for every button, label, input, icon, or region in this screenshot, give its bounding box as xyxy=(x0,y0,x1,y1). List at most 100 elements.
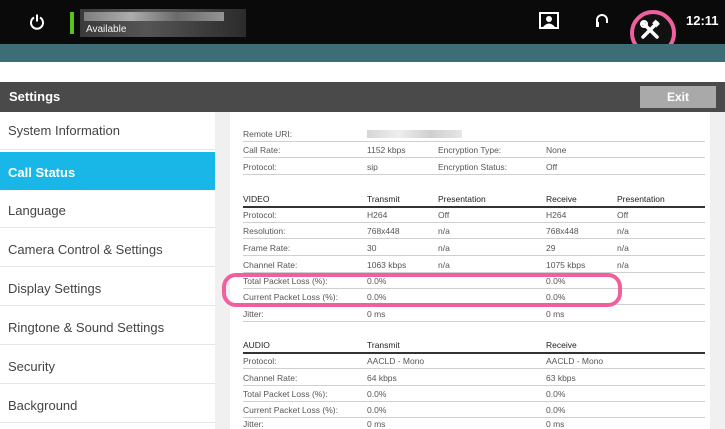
page-title: Settings xyxy=(9,89,61,104)
cell-value: n/a xyxy=(617,260,629,270)
row-label: Protocol: xyxy=(243,356,277,366)
cell-value: 0 ms xyxy=(546,419,565,429)
redacted-remote-uri xyxy=(367,130,462,138)
cell-value: n/a xyxy=(617,226,629,236)
cell-value: 0.0% xyxy=(546,405,566,415)
sidebar-item-label: Ringtone & Sound Settings xyxy=(8,320,165,335)
sidebar-item-ringtone-sound[interactable]: Ringtone & Sound Settings xyxy=(0,307,215,345)
share-screen-icon[interactable] xyxy=(539,12,559,30)
banner-strip xyxy=(0,44,725,62)
column-header: Presentation xyxy=(617,194,665,204)
field-label: Protocol: xyxy=(243,162,277,172)
cell-value: 0 ms xyxy=(546,309,565,319)
field-value: sip xyxy=(367,162,378,172)
cell-value: 0.0% xyxy=(367,405,387,415)
availability-indicator xyxy=(70,12,74,34)
cell-value: Off xyxy=(438,210,450,220)
table-row: Frame Rate: 30 n/a 29 n/a xyxy=(243,243,705,256)
sidebar-item-language[interactable]: Language xyxy=(0,190,215,228)
cell-value: Off xyxy=(617,210,629,220)
row-label: Resolution: xyxy=(243,226,286,236)
settings-tools-icon[interactable] xyxy=(639,19,661,41)
field-value: 1152 kbps xyxy=(367,145,406,155)
row-label: Jitter: xyxy=(243,419,264,429)
packet-loss-highlight xyxy=(222,273,622,307)
row-label: Current Packet Loss (%): xyxy=(243,405,338,415)
sidebar-item-label: Call Status xyxy=(8,165,76,180)
cell-value: 0.0% xyxy=(367,389,387,399)
table-row: Protocol: H264 Off H264 Off xyxy=(243,210,705,223)
exit-button[interactable]: Exit xyxy=(640,86,716,108)
cell-value: n/a xyxy=(438,243,450,253)
sidebar-item-call-status[interactable]: Call Status xyxy=(0,152,215,190)
power-icon[interactable] xyxy=(28,13,46,31)
video-header-row: VIDEO Transmit Presentation Receive Pres… xyxy=(243,194,705,208)
column-header: Transmit xyxy=(367,340,400,350)
sidebar-item-camera-control[interactable]: Camera Control & Settings xyxy=(0,229,215,267)
cell-value: 0 ms xyxy=(367,309,386,319)
cell-value: H264 xyxy=(367,210,388,220)
cell-value: n/a xyxy=(438,260,450,270)
table-row: Resolution: 768x448 n/a 768x448 n/a xyxy=(243,226,705,239)
headset-icon[interactable] xyxy=(594,12,610,30)
audio-header-row: AUDIO Transmit Receive xyxy=(243,340,705,354)
section-title: AUDIO xyxy=(243,340,270,350)
call-info-row: Call Rate: 1152 kbps Encryption Type: No… xyxy=(243,145,705,158)
cell-value: H264 xyxy=(546,210,567,220)
settings-sidebar: System Information Call Status Language … xyxy=(0,112,215,429)
table-row: Protocol: AACLD - Mono AACLD - Mono xyxy=(243,356,705,369)
spacer xyxy=(0,62,725,82)
sidebar-item-background[interactable]: Background xyxy=(0,385,215,423)
row-label: Protocol: xyxy=(243,210,277,220)
row-label: Total Packet Loss (%): xyxy=(243,389,328,399)
row-label: Channel Rate: xyxy=(243,260,298,270)
availability-status: Available xyxy=(86,24,127,35)
cell-value: 768x448 xyxy=(546,226,579,236)
column-header: Transmit xyxy=(367,194,400,204)
column-header: Receive xyxy=(546,340,577,350)
cell-value: 29 xyxy=(546,243,556,253)
cell-value: 63 kbps xyxy=(546,373,576,383)
section-title: VIDEO xyxy=(243,194,270,204)
cell-value: 0 ms xyxy=(367,419,386,429)
field-value: None xyxy=(546,145,567,155)
sidebar-item-label: Language xyxy=(8,203,66,218)
field-label: Encryption Status: xyxy=(438,162,507,172)
table-row: Current Packet Loss (%): 0.0% 0.0% xyxy=(243,405,705,418)
cell-value: n/a xyxy=(438,226,450,236)
settings-header xyxy=(0,82,725,112)
sidebar-item-label: System Information xyxy=(8,123,120,138)
sidebar-item-security[interactable]: Security xyxy=(0,346,215,384)
row-label: Frame Rate: xyxy=(243,243,291,253)
field-label: Remote URI: xyxy=(243,129,293,139)
cell-value: 768x448 xyxy=(367,226,400,236)
sidebar-item-system-information[interactable]: System Information xyxy=(0,112,215,150)
column-header: Receive xyxy=(546,194,577,204)
cell-value: 64 kbps xyxy=(367,373,397,383)
cell-value: 1075 kbps xyxy=(546,260,586,270)
sidebar-item-label: Camera Control & Settings xyxy=(8,242,163,257)
sidebar-item-display-settings[interactable]: Display Settings xyxy=(0,268,215,306)
call-info-row: Remote URI: xyxy=(243,129,705,142)
call-info-row: Protocol: sip Encryption Status: Off xyxy=(243,162,705,175)
sidebar-item-label: Display Settings xyxy=(8,281,102,296)
cell-value: n/a xyxy=(617,243,629,253)
sidebar-item-label: Security xyxy=(8,359,55,374)
cell-value: 30 xyxy=(367,243,377,253)
table-row: Jitter: 0 ms 0 ms xyxy=(243,419,705,429)
row-label: Jitter: xyxy=(243,309,264,319)
clock: 12:11 xyxy=(686,13,719,28)
cell-value: AACLD - Mono xyxy=(367,356,425,366)
table-row: Channel Rate: 64 kbps 63 kbps xyxy=(243,373,705,386)
field-label: Encryption Type: xyxy=(438,145,502,155)
field-label: Call Rate: xyxy=(243,145,281,155)
sidebar-item-label: Background xyxy=(8,398,78,413)
row-label: Channel Rate: xyxy=(243,373,298,383)
table-row: Total Packet Loss (%): 0.0% 0.0% xyxy=(243,389,705,402)
table-row: Jitter: 0 ms 0 ms xyxy=(243,309,705,322)
field-value: Off xyxy=(546,162,558,172)
cell-value: AACLD - Mono xyxy=(546,356,604,366)
cell-value: 1063 kbps xyxy=(367,260,407,270)
table-row: Channel Rate: 1063 kbps n/a 1075 kbps n/… xyxy=(243,260,705,273)
cell-value: 0.0% xyxy=(546,389,566,399)
